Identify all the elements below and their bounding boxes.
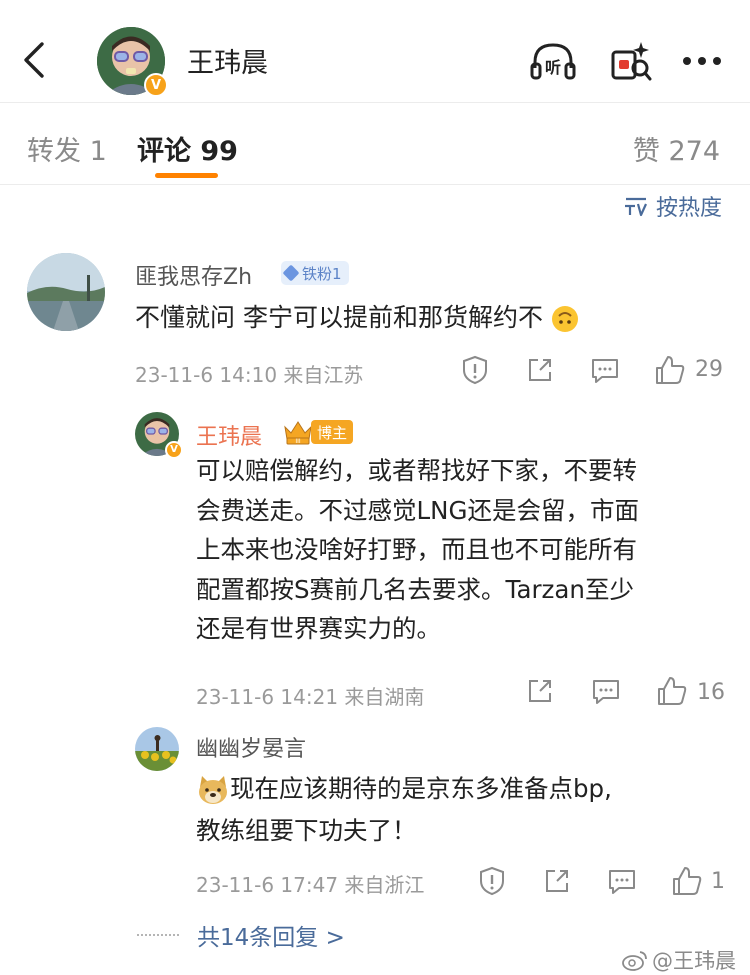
more-replies-label: 共14条回复 >	[197, 925, 345, 951]
reply-icon[interactable]	[607, 868, 637, 896]
listen-label: 听	[545, 58, 561, 77]
reply-line: 现在应该期待的是京东多准备点bp,	[230, 774, 612, 803]
reply-author-name[interactable]: 王玮晨	[196, 419, 262, 451]
like-count: 16	[697, 680, 725, 705]
reply-user-text: 现在应该期待的是京东多准备点bp, 教练组要下功夫了！	[196, 768, 612, 852]
fan-badge-label: 铁粉1	[302, 264, 342, 283]
comment-meta: 23-11-6 14:10 来自江苏	[135, 363, 364, 387]
author-avatar[interactable]: V	[97, 27, 168, 97]
reply-user-name[interactable]: 幽幽岁晏言	[196, 731, 306, 763]
active-tab-indicator	[155, 173, 218, 178]
dotted-divider	[137, 934, 179, 936]
more-replies-link[interactable]: 共14条回复 >	[137, 918, 345, 952]
more-icon[interactable]	[680, 54, 724, 68]
watermark-label: @王玮晨	[652, 949, 736, 973]
upside-down-face-emoji	[551, 306, 578, 332]
sort-button[interactable]: 按热度	[624, 190, 722, 222]
share-icon[interactable]	[543, 867, 571, 895]
like-icon[interactable]	[656, 675, 688, 707]
reply-author-text: 可以赔偿解约，或者帮找好下家，不要转 会费送走。不过感觉LNG还是会留，市面 上…	[196, 451, 639, 649]
share-icon[interactable]	[526, 356, 554, 384]
tab-comment[interactable]: 评论 99	[137, 129, 238, 168]
tab-like[interactable]: 赞 274	[633, 129, 720, 168]
back-icon[interactable]	[20, 40, 50, 80]
sort-label: 按热度	[655, 196, 722, 221]
reply-verified-badge: V	[165, 441, 183, 459]
listen-icon[interactable]: 听	[530, 40, 576, 82]
verified-badge: V	[144, 73, 168, 97]
reply-line: 教练组要下功夫了！	[196, 816, 417, 845]
author-name[interactable]: 王玮晨	[187, 41, 268, 80]
tab-repost[interactable]: 转发 1	[27, 129, 107, 168]
commenter-name[interactable]: 匪我思存Zh	[135, 259, 252, 291]
comment-text-content: 不懂就问 李宁可以提前和那货解约不	[135, 303, 543, 332]
tab-bar: 转发 1 评论 99 赞 274	[0, 102, 750, 184]
like-icon[interactable]	[654, 354, 686, 386]
reply-icon[interactable]	[591, 678, 621, 706]
crown-icon: III	[284, 421, 312, 445]
like-count: 1	[711, 869, 725, 894]
weibo-watermark: @王玮晨	[622, 945, 736, 975]
reply-user-meta: 23-11-6 17:47 来自浙江	[196, 873, 425, 897]
like-icon[interactable]	[671, 865, 703, 897]
reply-line: 还是有世界赛实力的。	[196, 614, 441, 643]
blogger-level: III	[295, 438, 301, 445]
reply-user-avatar[interactable]	[135, 727, 179, 771]
reply-icon[interactable]	[590, 357, 620, 385]
reply-author-avatar[interactable]: V	[135, 412, 183, 459]
blogger-tag: 博主	[311, 420, 354, 444]
gift-icon[interactable]	[608, 38, 654, 84]
like-count: 29	[695, 357, 723, 382]
reply-author-meta: 23-11-6 14:21 来自湖南	[196, 685, 425, 709]
share-icon[interactable]	[526, 677, 554, 705]
sort-icon	[624, 197, 647, 217]
doge-emoji	[199, 776, 227, 804]
reply-line: 上本来也没啥好打野，而且也不可能所有	[196, 535, 637, 564]
comment-text: 不懂就问 李宁可以提前和那货解约不	[135, 299, 579, 337]
weibo-logo-icon	[622, 951, 647, 971]
reply-line: 配置都按S赛前几名去要求。Tarzan至少	[196, 574, 634, 604]
top-bar: V 王玮晨 听	[0, 0, 750, 102]
report-icon[interactable]	[461, 355, 489, 385]
fan-badge[interactable]: 铁粉1	[281, 261, 349, 285]
reply-line: 可以赔偿解约，或者帮找好下家，不要转	[196, 456, 637, 485]
blogger-badge: III 博主	[283, 419, 354, 445]
report-icon[interactable]	[478, 866, 506, 896]
tabs-divider	[0, 184, 750, 185]
fan-diamond-icon	[282, 264, 300, 282]
commenter-avatar[interactable]	[27, 253, 105, 331]
reply-line: 会费送走。不过感觉LNG还是会留，市面	[196, 495, 639, 525]
